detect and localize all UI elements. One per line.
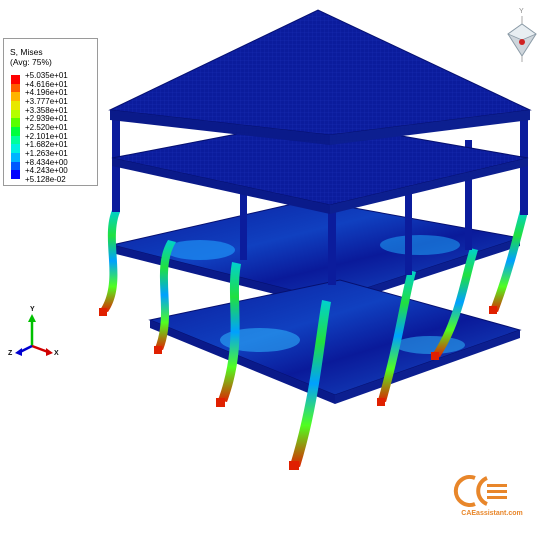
legend-value: +1.263e+01 xyxy=(25,149,68,158)
legend-value: +5.035e+01 xyxy=(25,71,68,80)
legend-swatch xyxy=(11,101,20,110)
legend-value: +2.939e+01 xyxy=(25,114,68,124)
legend-swatch xyxy=(11,127,20,136)
legend-swatch xyxy=(11,118,20,127)
legend-value: +5.128e-02 xyxy=(25,175,66,184)
view-cube[interactable]: Y xyxy=(502,8,542,64)
legend-swatch xyxy=(11,161,20,171)
legend-swatch xyxy=(11,83,20,93)
legend-value: +4.243e+00 xyxy=(25,166,68,176)
y-axis-label: Y xyxy=(30,306,35,313)
legend-title: S, Mises xyxy=(10,47,43,57)
legend-swatch xyxy=(11,170,20,179)
legend-value: +1.682e+01 xyxy=(25,140,68,150)
legend-swatch xyxy=(11,109,20,119)
legend-value: +8.434e+00 xyxy=(25,157,68,167)
legend-value: +3.358e+01 xyxy=(25,105,68,115)
x-axis-label: X xyxy=(54,350,59,357)
legend-color-bar xyxy=(11,75,20,179)
z-axis-label: Z xyxy=(8,350,13,357)
legend-swatch xyxy=(11,153,20,162)
legend-value: +3.777e+01 xyxy=(25,97,68,106)
legend-value: +4.616e+01 xyxy=(25,79,68,89)
legend-value: +2.520e+01 xyxy=(25,123,68,132)
x-axis-line xyxy=(31,344,49,354)
legend-swatch xyxy=(11,75,20,84)
watermark-text: CAEassistant.com xyxy=(461,510,523,517)
legend-subtitle: (Avg: 75%) xyxy=(10,57,52,67)
view-cube-label: Y xyxy=(519,8,524,15)
legend-value: +4.196e+01 xyxy=(25,88,68,98)
roof-slab xyxy=(108,9,532,145)
legend-swatch xyxy=(11,92,20,101)
stress-legend: S, Mises (Avg: 75%) +5.035e+01 +4.616e+01… xyxy=(3,38,98,186)
axis-triad: Y Z X xyxy=(8,306,64,362)
legend-swatch xyxy=(11,135,20,145)
legend-swatch xyxy=(11,144,20,153)
legend-value: +2.101e+01 xyxy=(25,131,68,141)
